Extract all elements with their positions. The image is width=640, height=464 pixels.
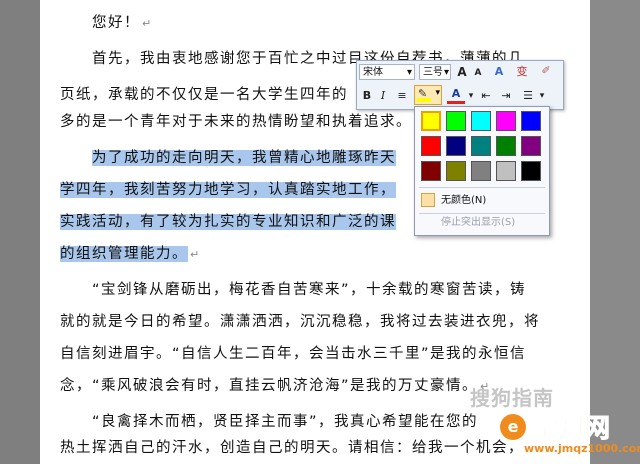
change-case-icon[interactable]: 变	[513, 63, 531, 81]
stop-highlight-label: 停止突出显示(S)	[441, 217, 516, 228]
faint-watermark: 搜狗指南	[470, 386, 554, 410]
no-color-label: 无颜色(N)	[441, 195, 487, 206]
italic-button[interactable]: I	[376, 87, 390, 105]
chevron-down-icon: ▾	[406, 67, 412, 78]
divider	[419, 187, 545, 188]
bullets-button[interactable]: ☰	[519, 87, 537, 105]
chevron-down-icon[interactable]: ▾	[467, 87, 475, 105]
chevron-down-icon: ▾	[435, 88, 440, 98]
color-swatch[interactable]	[471, 161, 491, 181]
window-background	[590, 0, 640, 464]
no-color-option[interactable]: 无颜色(N)	[419, 191, 545, 211]
watermark-url: www.jmqz1000.com	[524, 442, 640, 455]
chevron-down-icon: ▾	[443, 67, 449, 78]
highlight-button[interactable]: ✎ ▾	[414, 85, 442, 105]
doc-line: 热土挥洒自己的汗水，创造自己的明天。请相信：给我一个机会，	[60, 440, 524, 456]
highlight-color-palette: 无颜色(N) 停止突出显示(S)	[414, 106, 550, 236]
site-watermark: e 学知网 www.jmqz1000.com	[500, 408, 640, 462]
color-swatch[interactable]	[471, 136, 491, 156]
color-swatch[interactable]	[421, 161, 441, 181]
styles-button[interactable]: A	[489, 63, 509, 81]
highlight-color-bar	[417, 98, 431, 102]
chevron-down-icon[interactable]: ▾	[538, 87, 546, 105]
mini-format-toolbar: 宋体 ▾ 三号 ▾ A A A 变 ✐ B I ≡ ✎ ▾ A ▾ ⇤ ⇥ ☰ ▾	[356, 60, 564, 110]
bold-button[interactable]: B	[360, 87, 374, 105]
color-swatch[interactable]	[446, 111, 466, 131]
font-name-dropdown[interactable]: 宋体 ▾	[359, 64, 415, 80]
doc-line-selected: 为了成功的走向明天，我曾精心地雕琢昨天	[92, 150, 396, 166]
no-color-icon	[421, 193, 435, 207]
color-swatch[interactable]	[496, 136, 516, 156]
align-center-button[interactable]: ≡	[394, 87, 410, 105]
font-color-button[interactable]: A	[447, 86, 465, 104]
doc-line-selected: 实践活动，有了较为扎实的专业知识和广泛的课	[60, 214, 396, 230]
doc-line: “宝剑锋从磨砺出，梅花香自苦寒来”，十余载的寒窗苦读，铸	[92, 282, 527, 298]
doc-line: “良禽择木而栖，贤臣择主而事”，我真心希望能在您的	[92, 414, 479, 430]
color-swatch[interactable]	[521, 161, 541, 181]
color-swatch[interactable]	[471, 111, 491, 131]
doc-line: 页纸，承载的不仅仅是一名大学生四年的	[60, 87, 348, 103]
doc-line: 您好！ ↵	[92, 15, 153, 31]
font-size-dropdown[interactable]: 三号 ▾	[419, 64, 451, 80]
doc-line-selected: 学四年，我刻苦努力地学习，认真踏实地工作，	[60, 182, 396, 198]
shrink-font-button[interactable]: A	[471, 64, 485, 82]
e-logo-icon: e	[500, 414, 526, 440]
color-swatch[interactable]	[496, 111, 516, 131]
divider	[419, 213, 545, 214]
grow-font-button[interactable]: A	[455, 63, 469, 81]
watermark-title: 学知网	[531, 414, 611, 445]
doc-line-selected: 的组织管理能力。 ↵	[60, 246, 201, 262]
doc-line: 自信刻进眉宇。“自信人生二百年，会当击水三千里”是我的永恒信	[60, 346, 527, 362]
color-swatch[interactable]	[521, 111, 541, 131]
stop-highlight-option[interactable]: 停止突出显示(S)	[419, 215, 545, 233]
color-swatch[interactable]	[421, 111, 441, 131]
color-swatch[interactable]	[496, 161, 516, 181]
doc-line: 多的是一个青年对于未来的热情盼望和执着追求。↵	[60, 114, 423, 130]
doc-line: 就的就是今日的希望。潇潇洒洒，沉沉稳稳，我将过去装进衣兜，将	[60, 314, 540, 330]
color-swatch[interactable]	[421, 136, 441, 156]
color-swatch[interactable]	[446, 161, 466, 181]
doc-line: 念，“乘风破浪会有时，直挂云帆济沧海”是我的万丈豪情。 ↵	[60, 378, 491, 394]
color-swatch[interactable]	[446, 136, 466, 156]
color-swatch[interactable]	[521, 136, 541, 156]
format-painter-icon[interactable]: ✐	[535, 62, 557, 80]
decrease-indent-button[interactable]: ⇤	[477, 87, 495, 105]
increase-indent-button[interactable]: ⇥	[497, 87, 515, 105]
